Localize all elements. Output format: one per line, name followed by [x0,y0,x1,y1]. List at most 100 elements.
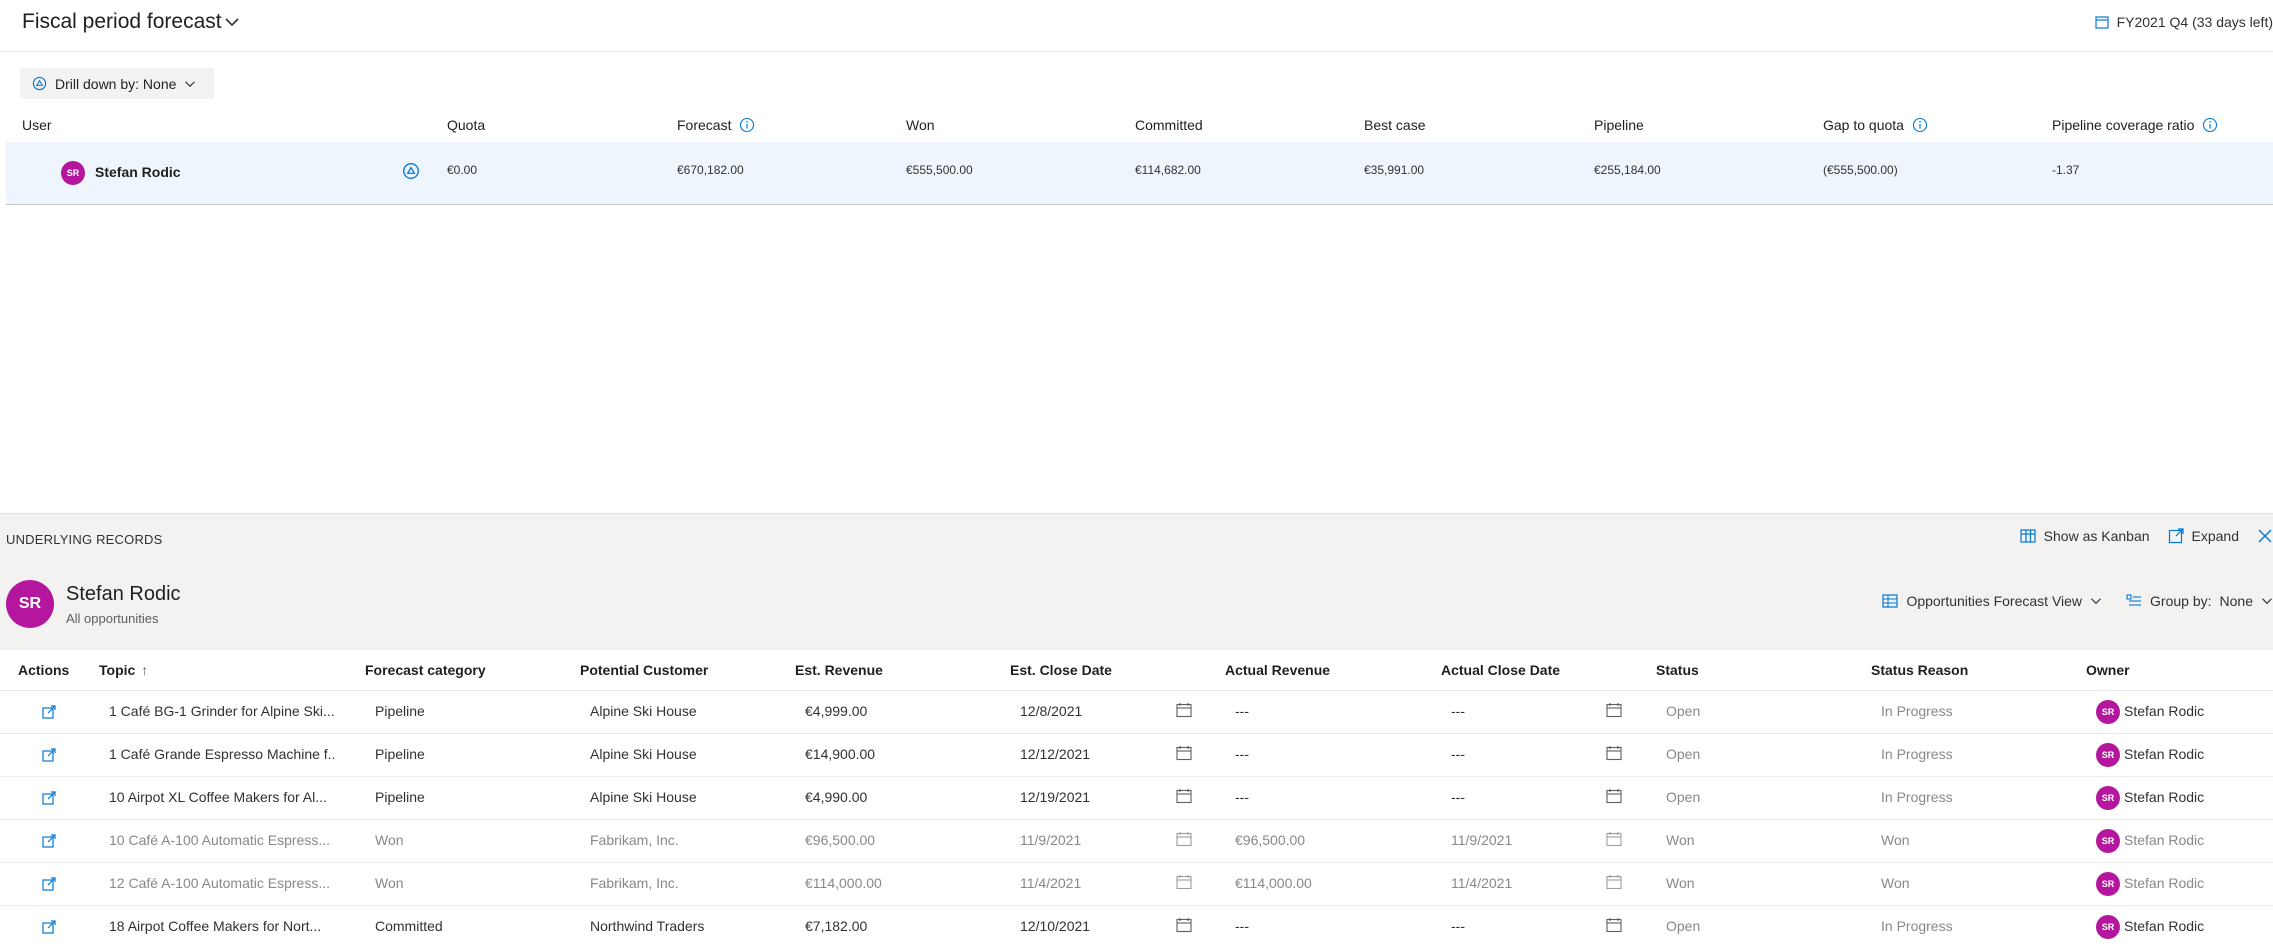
owner-name[interactable]: Stefan Rodic [2124,832,2264,848]
pipeline-value[interactable]: €255,184.00 [1594,163,1661,177]
drill-down-icon[interactable] [402,162,420,180]
forecast-category-cell[interactable]: Committed [375,918,565,934]
actual-close-date-cell[interactable]: 11/4/2021 [1451,875,1601,891]
info-icon[interactable] [739,117,755,133]
est-close-date-cell[interactable]: 12/19/2021 [1020,789,1170,805]
status-cell[interactable]: Won [1666,875,1856,891]
status-cell[interactable]: Open [1666,746,1856,762]
calendar-icon[interactable] [1606,874,1622,890]
calendar-icon[interactable] [1176,831,1192,847]
open-record-icon[interactable] [42,705,56,719]
open-record-icon[interactable] [42,877,56,891]
forecast-category-cell[interactable]: Won [375,832,565,848]
est-revenue-cell[interactable]: €4,990.00 [805,789,995,805]
calendar-icon[interactable] [1176,745,1192,761]
forecast-value[interactable]: €670,182.00 [677,163,744,177]
col-quota[interactable]: Quota [447,110,485,140]
forecast-user-name[interactable]: Stefan Rodic [95,164,181,180]
period-selector[interactable]: FY2021 Q4 (33 days left) [2094,14,2273,30]
forecast-category-cell[interactable]: Pipeline [375,703,565,719]
status-reason-cell[interactable]: Won [1881,832,2071,848]
actual-close-date-cell[interactable]: --- [1451,746,1601,762]
actual-revenue-cell[interactable]: €96,500.00 [1235,832,1425,848]
open-record-icon[interactable] [42,920,56,934]
quota-value[interactable]: €0.00 [447,163,477,177]
col-pipeline[interactable]: Pipeline [1594,110,1644,140]
col-est-close-date[interactable]: Est. Close Date [1010,662,1112,678]
topic-cell[interactable]: 10 Airpot XL Coffee Makers for Al... [109,789,334,805]
est-close-date-cell[interactable]: 11/4/2021 [1020,875,1170,891]
chevron-down-icon[interactable] [224,14,240,30]
forecast-category-cell[interactable]: Pipeline [375,746,565,762]
status-reason-cell[interactable]: In Progress [1881,746,2071,762]
col-topic[interactable]: Topic ↑ [99,662,148,678]
info-icon[interactable] [1912,117,1928,133]
potential-customer-cell[interactable]: Fabrikam, Inc. [590,832,780,848]
best-case-value[interactable]: €35,991.00 [1364,163,1424,177]
view-selector[interactable]: Opportunities Forecast View [1882,593,2102,609]
forecast-category-cell[interactable]: Won [375,875,565,891]
col-status[interactable]: Status [1656,662,1699,678]
owner-name[interactable]: Stefan Rodic [2124,875,2264,891]
col-best-case[interactable]: Best case [1364,110,1425,140]
status-cell[interactable]: Open [1666,789,1856,805]
col-pipeline-coverage[interactable]: Pipeline coverage ratio [2052,110,2218,140]
actual-revenue-cell[interactable]: --- [1235,746,1425,762]
actual-revenue-cell[interactable]: €114,000.00 [1235,875,1425,891]
calendar-icon[interactable] [1176,874,1192,890]
col-forecast[interactable]: Forecast [677,110,755,140]
won-value[interactable]: €555,500.00 [906,163,973,177]
close-button[interactable] [2257,528,2273,544]
potential-customer-cell[interactable]: Northwind Traders [590,918,780,934]
drill-down-button[interactable]: Drill down by: None [20,68,214,99]
potential-customer-cell[interactable]: Fabrikam, Inc. [590,875,780,891]
status-cell[interactable]: Won [1666,832,1856,848]
actual-close-date-cell[interactable]: 11/9/2021 [1451,832,1601,848]
col-won[interactable]: Won [906,110,935,140]
open-record-icon[interactable] [42,834,56,848]
open-record-icon[interactable] [42,748,56,762]
expand-button[interactable]: Expand [2168,528,2239,544]
status-reason-cell[interactable]: In Progress [1881,918,2071,934]
actual-revenue-cell[interactable]: --- [1235,703,1425,719]
est-close-date-cell[interactable]: 12/10/2021 [1020,918,1170,934]
info-icon[interactable] [2202,117,2218,133]
est-close-date-cell[interactable]: 11/9/2021 [1020,832,1170,848]
est-revenue-cell[interactable]: €14,900.00 [805,746,995,762]
est-revenue-cell[interactable]: €96,500.00 [805,832,995,848]
calendar-icon[interactable] [1606,745,1622,761]
calendar-icon[interactable] [1606,831,1622,847]
topic-cell[interactable]: 18 Airpot Coffee Makers for Nort... [109,918,334,934]
status-reason-cell[interactable]: In Progress [1881,703,2071,719]
calendar-icon[interactable] [1606,917,1622,933]
calendar-icon[interactable] [1176,917,1192,933]
est-revenue-cell[interactable]: €4,999.00 [805,703,995,719]
col-potential-customer[interactable]: Potential Customer [580,662,708,678]
topic-cell[interactable]: 1 Café Grande Espresso Machine f... [109,746,334,762]
topic-cell[interactable]: 1 Café BG-1 Grinder for Alpine Ski... [109,703,334,719]
owner-name[interactable]: Stefan Rodic [2124,746,2264,762]
est-revenue-cell[interactable]: €114,000.00 [805,875,995,891]
owner-name[interactable]: Stefan Rodic [2124,918,2264,934]
est-revenue-cell[interactable]: €7,182.00 [805,918,995,934]
group-by-selector[interactable]: Group by: None [2126,593,2273,609]
status-cell[interactable]: Open [1666,918,1856,934]
col-forecast-category[interactable]: Forecast category [365,662,486,678]
col-actual-revenue[interactable]: Actual Revenue [1225,662,1330,678]
actual-close-date-cell[interactable]: --- [1451,789,1601,805]
topic-cell[interactable]: 12 Café A-100 Automatic Espress... [109,875,334,891]
potential-customer-cell[interactable]: Alpine Ski House [590,703,780,719]
show-kanban-button[interactable]: Show as Kanban [2020,528,2150,544]
forecast-category-cell[interactable]: Pipeline [375,789,565,805]
page-title[interactable]: Fiscal period forecast [22,10,222,34]
open-record-icon[interactable] [42,791,56,805]
est-close-date-cell[interactable]: 12/8/2021 [1020,703,1170,719]
col-gap-to-quota[interactable]: Gap to quota [1823,110,1928,140]
potential-customer-cell[interactable]: Alpine Ski House [590,746,780,762]
topic-cell[interactable]: 10 Café A-100 Automatic Espress... [109,832,334,848]
calendar-icon[interactable] [1176,788,1192,804]
actual-close-date-cell[interactable]: --- [1451,703,1601,719]
status-cell[interactable]: Open [1666,703,1856,719]
est-close-date-cell[interactable]: 12/12/2021 [1020,746,1170,762]
calendar-icon[interactable] [1176,702,1192,718]
